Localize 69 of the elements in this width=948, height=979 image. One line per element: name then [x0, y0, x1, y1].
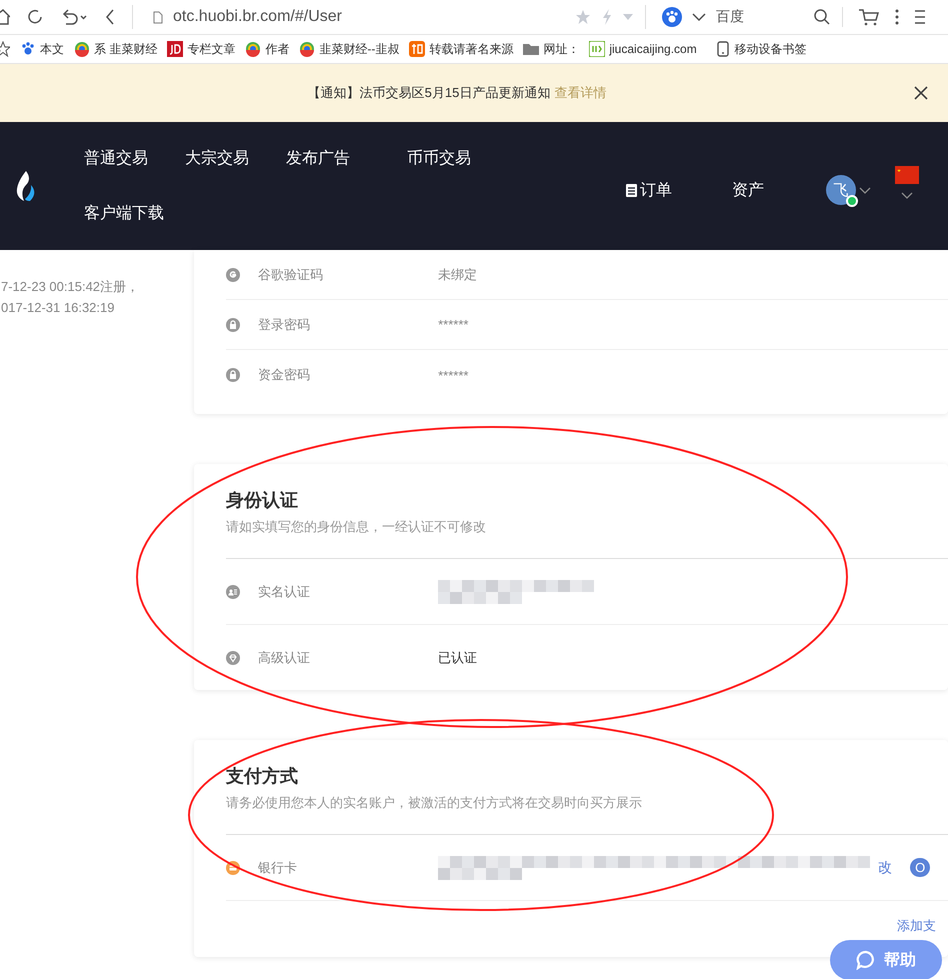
reload-icon[interactable]: [26, 8, 44, 26]
id-card-icon: [226, 584, 240, 598]
bookmark-link[interactable]: 系 韭菜财经: [94, 40, 158, 58]
account-info-text: 7-12-23 00:15:42注册，: [1, 278, 140, 296]
field-value: ******: [438, 317, 468, 332]
chevron-down-icon[interactable]: [692, 13, 706, 21]
nav-link[interactable]: 客户端下载: [84, 203, 164, 224]
flag-icon[interactable]: [895, 166, 919, 184]
section-subtitle: 请务必使用您本人的实名账户，被激活的支付方式将在交易时向买方展示: [226, 794, 644, 812]
field-label: 登录密码: [258, 316, 312, 334]
search-field[interactable]: 百度: [716, 8, 744, 26]
nav-link[interactable]: 币币交易: [407, 148, 471, 169]
globe-icon[interactable]: [299, 41, 316, 57]
document-icon: [626, 184, 637, 196]
bookmark-link[interactable]: 专栏文章: [187, 40, 236, 58]
field-value: ******: [438, 368, 468, 382]
bookmark-link[interactable]: 韭菜财经--韭叔: [319, 40, 400, 58]
edit-link[interactable]: 改: [878, 858, 892, 876]
more-icon[interactable]: [895, 9, 899, 25]
star-icon[interactable]: [0, 41, 10, 57]
credit-card-icon: [226, 860, 240, 874]
chevron-down-icon[interactable]: [901, 192, 913, 198]
globe-icon[interactable]: [245, 41, 262, 57]
bookmark-link[interactable]: 移动设备书签: [734, 40, 807, 58]
bookmark-link[interactable]: 网址：: [543, 40, 580, 58]
field-label: 实名认证: [258, 582, 312, 600]
field-label: 银行卡: [258, 858, 298, 876]
folder-icon[interactable]: [523, 41, 540, 57]
phone-icon[interactable]: [714, 41, 731, 57]
star-icon[interactable]: [575, 9, 591, 25]
globe-icon[interactable]: [74, 41, 90, 57]
field-value: 未绑定: [438, 266, 478, 284]
lock-icon: [226, 368, 240, 382]
add-link[interactable]: 添加支: [897, 917, 936, 935]
account-info-text: 017-12-31 16:32:19: [1, 299, 116, 317]
user-avatar[interactable]: 飞: [826, 175, 856, 205]
section-title: 身份认证: [226, 489, 300, 512]
search-icon[interactable]: [814, 9, 830, 25]
notice-text: 【通知】法币交易区5月15日产品更新通知: [308, 84, 550, 102]
undo-icon[interactable]: [60, 8, 88, 26]
chevron-down-icon[interactable]: [859, 186, 871, 194]
paw-icon[interactable]: [662, 7, 682, 27]
menu-icon[interactable]: [915, 10, 925, 24]
field-label: 高级认证: [258, 648, 312, 666]
nav-link[interactable]: 大宗交易: [185, 148, 249, 169]
paw-icon[interactable]: [20, 41, 36, 57]
nav-link[interactable]: 普通交易: [84, 148, 148, 169]
orders-link[interactable]: 订单: [626, 180, 672, 200]
nav-link[interactable]: 发布广告: [286, 148, 350, 169]
chat-icon: [856, 950, 876, 970]
home-icon[interactable]: [0, 9, 10, 25]
field-label: 资金密码: [258, 366, 312, 384]
back-icon[interactable]: [104, 8, 116, 26]
bookmark-link[interactable]: 作者: [265, 40, 290, 58]
field-label: 谷歌验证码: [258, 266, 324, 284]
google-icon: [226, 268, 240, 282]
bookmark-link[interactable]: jiucaicaijing.com: [609, 42, 697, 56]
assets-link[interactable]: 资产: [732, 180, 764, 200]
bookmark-link[interactable]: 转载请著名来源: [429, 40, 514, 58]
cart-icon[interactable]: [859, 8, 879, 26]
lock-icon: [226, 318, 240, 332]
address-field[interactable]: otc.huobi.br.com/#/User: [173, 8, 342, 26]
section-subtitle: 请如实填写您的身份信息，一经认证不可修改: [226, 518, 488, 536]
field-value: 已认证: [438, 648, 478, 666]
toggle-switch[interactable]: O: [910, 858, 930, 877]
close-icon[interactable]: [914, 86, 928, 100]
section-title: 支付方式: [226, 765, 300, 788]
bookmark-link[interactable]: 本文: [40, 40, 64, 58]
page-icon: [153, 10, 163, 24]
